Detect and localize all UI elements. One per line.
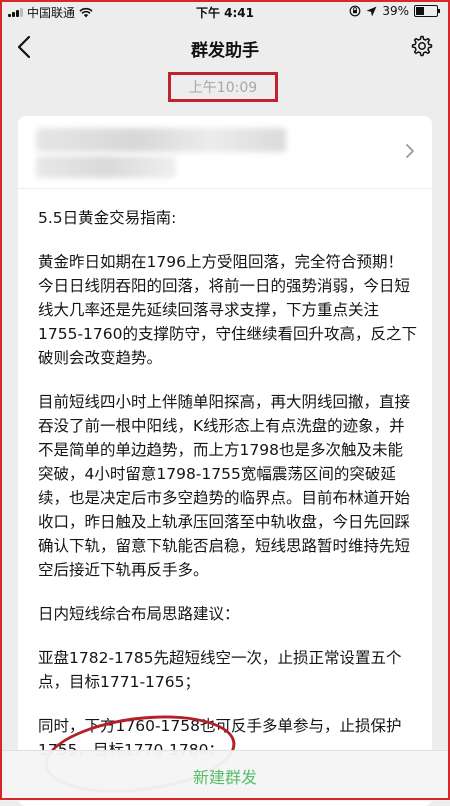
blurred-recipient-names-line2 xyxy=(36,156,176,178)
battery-fill xyxy=(416,7,424,15)
recipients-row[interactable] xyxy=(18,116,432,189)
battery-percent: 39% xyxy=(382,4,409,18)
orientation-lock-icon xyxy=(349,5,361,17)
bottom-bar: 新建群发 xyxy=(0,750,450,801)
settings-button[interactable] xyxy=(410,34,434,58)
chevron-right-icon xyxy=(406,144,414,158)
status-right: 39% xyxy=(349,4,440,18)
battery-icon xyxy=(414,5,440,17)
status-bar: 中国联通 下午 4:41 39% xyxy=(0,0,450,22)
location-arrow-icon xyxy=(366,6,377,16)
message-paragraph: 目前短线四小时上伴随单阳探高，再大阴线回撤，直接吞没了前一根中阳线，K线形态上有… xyxy=(38,393,411,579)
blurred-recipient-names xyxy=(36,128,286,152)
message-timestamp: 上午10:09 xyxy=(168,72,278,102)
navigation-bar: 群发助手 xyxy=(0,24,450,70)
new-broadcast-button[interactable]: 新建群发 xyxy=(193,764,257,788)
message-paragraph: 黄金昨日如期在1796上方受阻回落，完全符合预期！今日日线阴吞阳的回落，将前一日… xyxy=(38,253,417,367)
message-body: 5.5日黄金交易指南: 黄金昨日如期在1796上方受阻回落，完全符合预期！今日日… xyxy=(38,206,418,782)
message-card[interactable]: 5.5日黄金交易指南: 黄金昨日如期在1796上方受阻回落，完全符合预期！今日日… xyxy=(18,116,432,806)
message-paragraph: 日内短线综合布局思路建议： xyxy=(38,605,240,623)
page-title: 群发助手 xyxy=(191,41,259,61)
gear-icon xyxy=(411,35,433,57)
message-heading: 5.5日黄金交易指南: xyxy=(38,209,177,227)
message-paragraph: 亚盘1782-1785先超短线空一次，止损正常设置五个点，目标1771-1765… xyxy=(38,649,402,691)
